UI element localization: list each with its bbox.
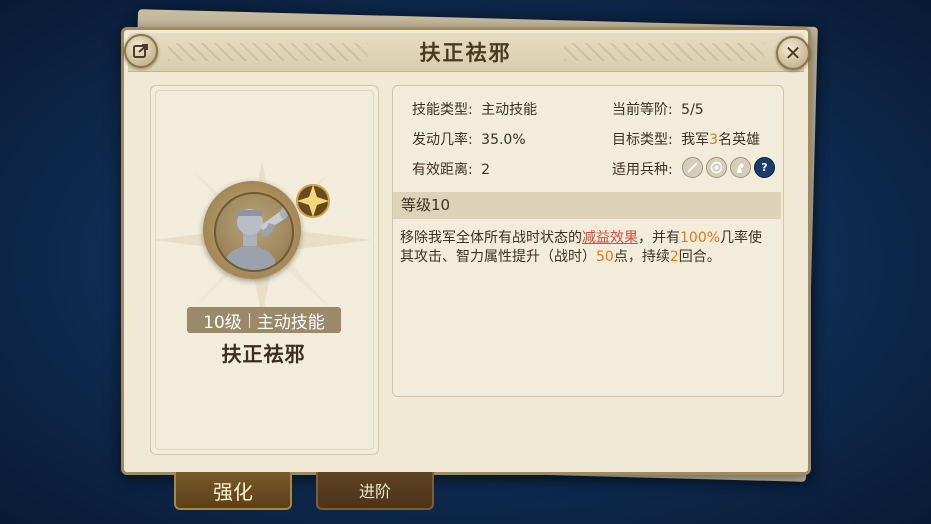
skill-type-tag: 主动技能 [256, 312, 325, 333]
skill-type-row: 技能类型: 主动技能 [412, 99, 537, 119]
target-type-row: 目标类型: 我军3名英雄 [612, 129, 760, 149]
debuff-link[interactable]: 减益效果 [582, 230, 638, 246]
share-icon [133, 44, 148, 58]
target-type-prefix: 我军 [681, 132, 710, 148]
trigger-rate-label: 发动几率: [412, 132, 473, 148]
current-rank-label: 当前等阶: [612, 102, 673, 118]
desc-rate: 100% [680, 230, 721, 246]
skill-description: 移除我军全体所有战时状态的减益效果，并有100%几率使其攻击、智力属性提升（战时… [400, 229, 775, 267]
range-label: 有效距离: [412, 162, 473, 178]
target-icon [706, 157, 727, 178]
star-badge-icon [296, 184, 330, 218]
desc-rounds: 2 [669, 249, 679, 265]
skill-type-label: 技能类型: [412, 102, 473, 118]
horse-icon [730, 157, 751, 178]
desc-part-5: 回合。 [678, 249, 721, 265]
troop-type-row: 适用兵种: [612, 159, 673, 179]
tab-enhance[interactable]: 强化 [174, 472, 292, 510]
close-button[interactable]: ✕ [776, 36, 810, 70]
tag-divider [248, 312, 250, 328]
level-header: 等级10 [393, 192, 781, 219]
target-count: 3 [709, 132, 719, 148]
skill-level: 10级 [203, 312, 242, 333]
close-icon: ✕ [784, 41, 802, 65]
skill-portrait [214, 192, 294, 272]
trigger-rate-value: 35.0% [481, 132, 526, 148]
skill-name: 扶正祛邪 [221, 342, 306, 366]
target-type-label: 目标类型: [612, 132, 673, 148]
troop-icons: ? [682, 157, 775, 178]
range-row: 有效距离: 2 [412, 159, 490, 179]
help-icon[interactable]: ? [754, 157, 775, 178]
current-rank-row: 当前等阶: 5/5 [612, 99, 704, 119]
range-value: 2 [481, 162, 491, 178]
skill-type-value: 主动技能 [481, 102, 538, 118]
tab-advance[interactable]: 进阶 [316, 472, 434, 510]
desc-points: 50 [596, 249, 614, 265]
troop-type-label: 适用兵种: [612, 162, 673, 178]
desc-part-2: ，并有 [638, 230, 680, 246]
share-button[interactable] [124, 34, 158, 68]
trigger-rate-row: 发动几率: 35.0% [412, 129, 526, 149]
target-type-suffix: 名英雄 [718, 132, 761, 148]
desc-part-4: 点，持续 [613, 249, 670, 265]
skill-level-tag: 10级 主动技能 [187, 307, 341, 333]
warrior-horn-icon [224, 207, 288, 270]
current-rank-value: 5/5 [681, 102, 704, 118]
sword-icon [682, 157, 703, 178]
desc-part-1: 移除我军全体所有战时状态的 [400, 230, 582, 246]
